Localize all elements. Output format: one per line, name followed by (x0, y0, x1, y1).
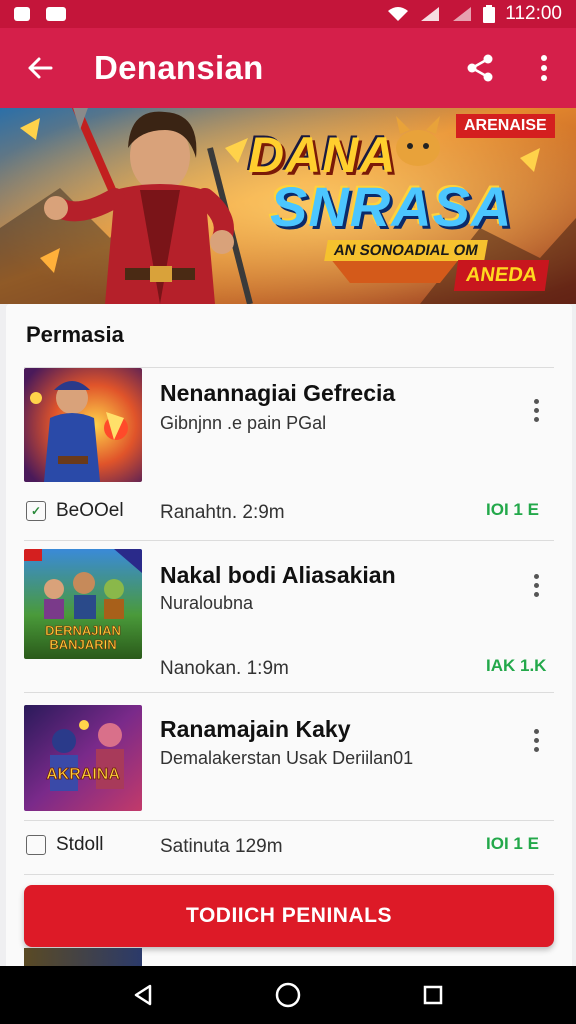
item-menu-button[interactable] (526, 725, 546, 755)
item-time: Satinuta 129m (160, 836, 283, 857)
item-source-label: Stdoll (56, 834, 104, 855)
featured-banner[interactable]: DANA SNRASA AN SONOADIAL OM ARENAISE ANE… (0, 108, 576, 304)
next-item-peek (24, 948, 142, 966)
item-time: Ranahtn. 2:9m (160, 502, 285, 523)
banner-tag-bottom: ANEDA (453, 260, 550, 291)
game-art-image: DERNAJIAN BANJARIN (24, 549, 142, 659)
thumb-text-line2: BANJARIN (49, 637, 116, 652)
item-thumbnail[interactable]: DERNAJIAN BANJARIN (24, 549, 142, 659)
item-menu-button[interactable] (526, 570, 546, 600)
nav-home-button[interactable] (264, 971, 312, 1019)
share-icon (467, 54, 493, 82)
notification-icon (14, 7, 30, 21)
gallery-icon (46, 7, 66, 21)
item-time: Nanokan. 1:9m (160, 658, 289, 679)
section-title: Permasia (26, 322, 124, 347)
share-button[interactable] (448, 28, 512, 108)
item-title[interactable]: Ranamajain Kaky (160, 716, 350, 743)
item-subtitle: Gibnjnn .e pain PGal (160, 413, 327, 433)
document-icon (26, 835, 46, 855)
item-count: IAK 1.K (486, 656, 547, 675)
game-art-image (24, 368, 142, 482)
app-bar: Denansian (0, 28, 576, 108)
triangle-back-icon (134, 984, 151, 1006)
banner-tag-top: ARENAISE (456, 114, 555, 138)
game-art-image: AKRAINA (24, 705, 142, 811)
thumb-text: AKRAINA (46, 766, 120, 783)
divider (24, 874, 554, 875)
signal-icon (421, 7, 440, 21)
item-source: ✓ BeOOel (26, 500, 124, 522)
arrow-left-icon (28, 57, 53, 79)
wifi-icon (388, 7, 409, 21)
banner-title-line2: SNRASA (270, 175, 513, 238)
item-subtitle: Demalakerstan Usak Deriilan01 (160, 748, 414, 768)
status-time: 112:00 (505, 3, 562, 24)
item-count: IOI 1 E (486, 500, 539, 519)
status-bar: 112:00 (0, 0, 576, 28)
thumb-text-line1: DERNAJIAN (45, 623, 121, 638)
divider (24, 540, 554, 541)
more-options-button[interactable] (512, 28, 576, 108)
item-source-label: BeOOel (56, 500, 124, 521)
more-vert-icon (541, 55, 547, 81)
system-nav-bar (0, 966, 576, 1024)
primary-action-button[interactable]: TODIICH PENINALS (24, 885, 554, 947)
item-menu-button[interactable] (526, 395, 546, 425)
item-source: Stdoll (26, 834, 104, 856)
circle-home-icon (275, 982, 301, 1008)
banner-subtitle: AN SONOADIAL OM (324, 240, 488, 261)
page-title: Denansian (94, 49, 264, 86)
chat-icon: ✓ (26, 501, 46, 521)
back-button[interactable] (0, 28, 80, 108)
item-title[interactable]: Nakal bodi Aliasakian (160, 562, 396, 589)
square-recents-icon (424, 985, 443, 1005)
item-thumbnail[interactable]: AKRAINA (24, 705, 142, 811)
item-title[interactable]: Nenannagiai Gefrecia (160, 380, 395, 407)
nav-recents-button[interactable] (409, 971, 457, 1019)
item-subtitle: Nuraloubna (160, 593, 254, 613)
item-count: IOI 1 E (486, 834, 539, 853)
battery-icon (483, 5, 496, 23)
nav-back-button[interactable] (119, 971, 167, 1019)
divider (24, 692, 554, 693)
signal-2-icon (453, 7, 472, 21)
divider (24, 820, 554, 821)
item-thumbnail[interactable] (24, 368, 142, 482)
